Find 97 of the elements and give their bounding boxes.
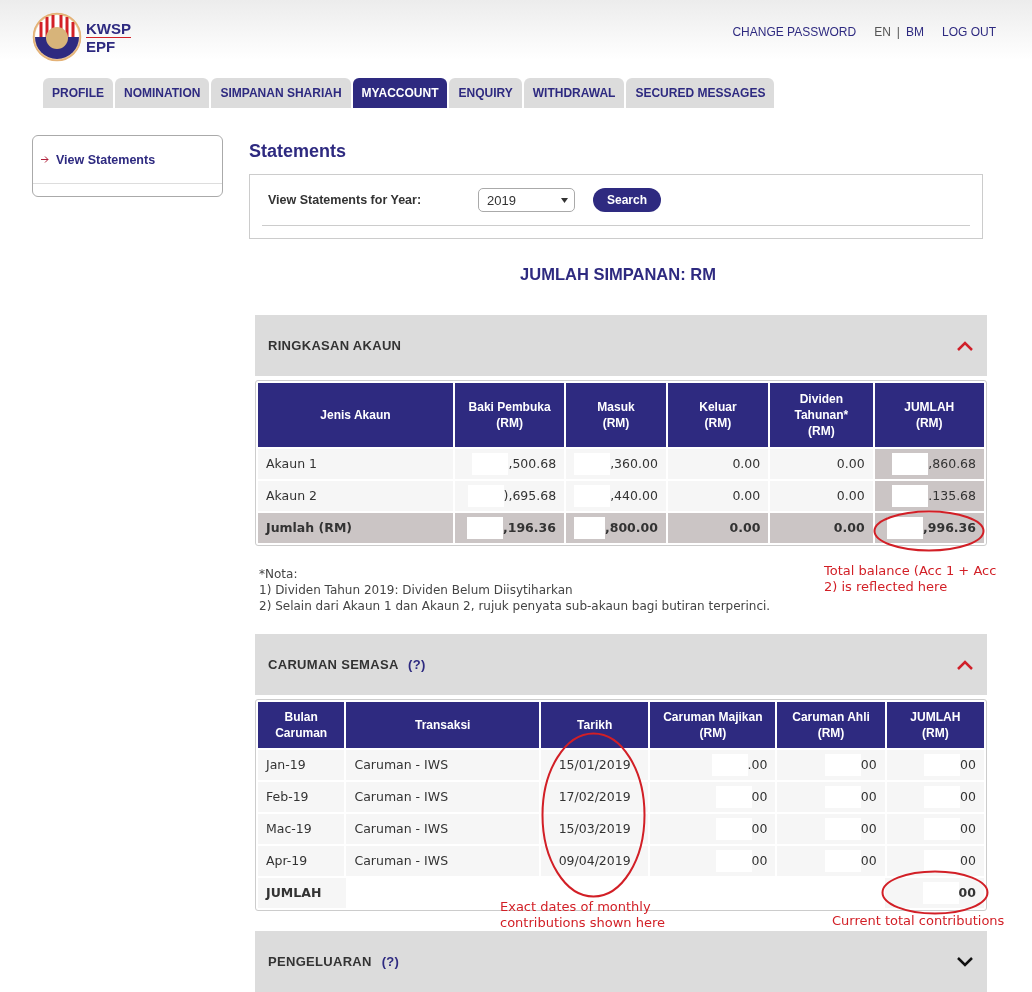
nav-tab[interactable]: SECURED MESSAGES [626, 78, 775, 108]
section-title: RINGKASAN AKAUN [268, 338, 402, 353]
table-cell: ,800.00 [565, 513, 666, 543]
sidebar-item[interactable]: View Statements [33, 136, 222, 184]
section-title: PENGELUARAN [268, 954, 372, 969]
column-header: Bulan Caruman [258, 702, 345, 748]
column-header: JUMLAH (RM) [886, 702, 984, 748]
header-link[interactable]: LOG OUT [942, 25, 996, 39]
table-cell: 0.00 [667, 481, 769, 511]
table-cell: ,360.00 [566, 449, 666, 479]
page-title: Statements [249, 141, 348, 162]
search-button[interactable]: Search [593, 188, 662, 212]
table-cell: Apr-19 [258, 846, 345, 876]
table-cell: 00 [886, 782, 984, 812]
nav-tab[interactable]: NOMINATION [115, 78, 210, 108]
logo-emblem-icon [32, 12, 82, 62]
column-header: Dividen Tahunan* (RM) [770, 383, 873, 447]
table-cell: 09/04/2019 [541, 846, 649, 876]
year-label: View Statements for Year: [267, 193, 423, 207]
table-cell: ,440.00 [566, 481, 666, 511]
table-cell: 00 [886, 846, 984, 876]
table-cell: .00 [650, 750, 776, 780]
nav-tab[interactable]: WITHDRAWAL [523, 78, 625, 108]
table-cell: ),695.68 [454, 481, 565, 511]
nav-tab[interactable]: PROFILE [43, 78, 113, 108]
table-cell: .135.68 [874, 481, 985, 511]
table-cell: 00 [777, 814, 885, 844]
table-cell: ,196.36 [454, 513, 564, 543]
total-savings-heading: JUMLAH SIMPANAN: RM [519, 265, 717, 284]
column-header: Caruman Majikan (RM) [650, 702, 776, 748]
table-cell: 0.00 [770, 449, 873, 479]
annotation-text: Total balance (Acc 1 + Acc 2) is reflected here [824, 563, 998, 595]
table-cell: 00 [650, 814, 776, 844]
column-header: Tarikh [541, 702, 649, 748]
logo-text: EPF [86, 37, 117, 55]
table-cell: ,860.68 [874, 449, 985, 479]
nav-tab[interactable]: ENQUIRY [449, 78, 522, 108]
table-cell: 00 [886, 814, 984, 844]
table-cell: Akaun 1 [258, 449, 453, 479]
table-cell: 00 [777, 846, 885, 876]
header-link[interactable]: BM [906, 25, 924, 39]
column-header: Baki Pembuka (RM) [454, 383, 565, 447]
table-cell: Caruman - IWS [346, 846, 539, 876]
chevron-up-icon[interactable] [957, 659, 973, 670]
table-cell: Jan-19 [258, 750, 345, 780]
column-header: Masuk (RM) [566, 383, 666, 447]
table-cell: Caruman - IWS [346, 750, 539, 780]
section-header[interactable]: RINGKASAN AKAUN [255, 315, 987, 376]
table-cell: 0.00 [667, 513, 769, 543]
table-cell: 00 [777, 782, 885, 812]
table-cell: 0.00 [770, 513, 873, 543]
note-text: *Nota: [259, 566, 298, 582]
year-select[interactable]: 2019 [478, 188, 575, 212]
help-link[interactable]: (?) [408, 657, 426, 672]
table-cell: 0.00 [770, 481, 873, 511]
column-header: Keluar (RM) [667, 383, 769, 447]
table-cell: 15/03/2019 [541, 814, 649, 844]
language-label: EN [874, 25, 891, 39]
column-header: Transaksi [346, 702, 540, 748]
table-cell: Caruman - IWS [346, 782, 539, 812]
table-cell: Jumlah (RM) [258, 513, 453, 543]
note-text: 1) Dividen Tahun 2019: Dividen Belum Diisytiharkan [259, 582, 573, 598]
separator: | [896, 25, 900, 39]
table-cell: 15/01/2019 [541, 750, 649, 780]
section-header[interactable]: PENGELUARAN (?) [255, 931, 987, 992]
help-link[interactable]: (?) [381, 954, 400, 969]
section-header[interactable]: CARUMAN SEMASA (?) [255, 634, 987, 695]
table-cell: 00 [884, 878, 984, 908]
chevron-up-icon[interactable] [957, 340, 973, 351]
table-cell: ,500.68 [454, 449, 565, 479]
nav-tab[interactable]: SIMPANAN SHARIAH [211, 78, 351, 108]
table-cell: Mac-19 [258, 814, 345, 844]
chevron-down-icon[interactable] [957, 956, 973, 967]
dropdown-caret-icon [561, 197, 568, 203]
table-cell: Akaun 2 [258, 481, 453, 511]
nav-tab[interactable]: MYACCOUNT [352, 78, 448, 108]
table-cell: 00 [650, 846, 776, 876]
annotation-text: Current total contributions [832, 913, 1006, 929]
column-header: Caruman Ahli (RM) [777, 702, 885, 748]
arrow-icon [41, 156, 49, 163]
table-cell: ,996.36 [874, 513, 984, 543]
table-cell: Caruman - IWS [346, 814, 539, 844]
table-cell: JUMLAH [258, 878, 347, 908]
table-cell: 17/02/2019 [541, 782, 649, 812]
table-cell: 00 [886, 750, 984, 780]
logo-text: KWSP [86, 19, 131, 38]
table-cell: 00 [777, 750, 885, 780]
table-cell: Feb-19 [258, 782, 345, 812]
table-cell: 0.00 [667, 449, 769, 479]
column-header: Jenis Akaun [258, 383, 453, 447]
table-cell: 00 [650, 782, 776, 812]
annotation-text: Exact dates of monthly contributions shown here [500, 899, 666, 931]
header-link[interactable]: CHANGE PASSWORD [732, 25, 857, 39]
section-title: CARUMAN SEMASA [268, 657, 399, 672]
column-header: JUMLAH (RM) [874, 383, 984, 447]
note-text: 2) Selain dari Akaun 1 dan Akaun 2, rujuk penyata sub-akaun bagi butiran terperinci. [259, 598, 771, 614]
sidebar-item-label: View Statements [56, 152, 156, 167]
